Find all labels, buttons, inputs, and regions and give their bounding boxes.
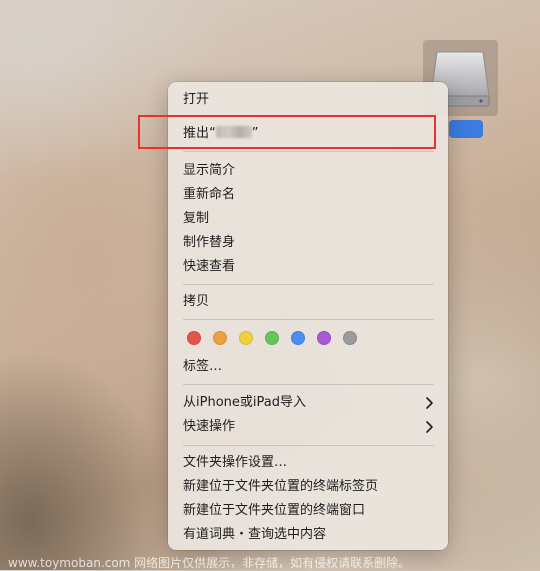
tag-dot-red[interactable]	[187, 331, 201, 345]
chevron-right-icon	[425, 416, 434, 446]
menu-item-get-info[interactable]: 显示简介	[183, 160, 434, 182]
context-menu: 打开 推出“” 显示简介 重新命名 复制 制作替身 快速查看 拷贝 标签… 从i…	[168, 82, 448, 550]
menu-item-open-label: 打开	[183, 92, 210, 107]
menu-item-duplicate-label: 复制	[183, 211, 210, 226]
tag-dot-gray[interactable]	[343, 331, 357, 345]
menu-separator	[183, 319, 434, 320]
tag-dot-yellow[interactable]	[239, 331, 253, 345]
menu-item-import-from-iphone[interactable]: 从iPhone或iPad导入	[183, 392, 434, 414]
menu-separator	[183, 384, 434, 385]
menu-item-quick-actions-label: 快速操作	[183, 419, 236, 434]
menu-item-quick-actions[interactable]: 快速操作	[183, 416, 434, 438]
menu-item-duplicate[interactable]: 复制	[183, 208, 434, 230]
menu-item-open[interactable]: 打开	[183, 89, 434, 111]
menu-item-copy-label: 拷贝	[183, 294, 210, 309]
tag-dot-blue[interactable]	[291, 331, 305, 345]
menu-item-make-alias-label: 制作替身	[183, 235, 236, 250]
menu-item-import-label: 从iPhone或iPad导入	[183, 395, 306, 410]
menu-separator	[183, 284, 434, 285]
watermark-text: www.toymoban.com 网络图片仅供展示，非存储，如有侵权请联系删除。	[8, 556, 411, 570]
menu-item-new-terminal-tab[interactable]: 新建位于文件夹位置的终端标签页	[183, 476, 434, 498]
disk-name-label[interactable]	[449, 120, 483, 138]
menu-item-youdao-lookup[interactable]: 有道词典・查询选中内容	[183, 524, 434, 546]
menu-item-tags-label: 标签…	[183, 359, 223, 374]
menu-item-rename[interactable]: 重新命名	[183, 184, 434, 206]
menu-item-new-terminal-window-label: 新建位于文件夹位置的终端窗口	[183, 503, 366, 518]
menu-separator	[183, 445, 434, 446]
menu-item-youdao-lookup-label: 有道词典・查询选中内容	[183, 527, 327, 542]
menu-item-folder-action-settings-label: 文件夹操作设置…	[183, 455, 288, 470]
menu-item-get-info-label: 显示简介	[183, 163, 236, 178]
menu-item-new-terminal-window[interactable]: 新建位于文件夹位置的终端窗口	[183, 500, 434, 522]
menu-item-rename-label: 重新命名	[183, 187, 236, 202]
tag-dot-green[interactable]	[265, 331, 279, 345]
menu-item-tags[interactable]: 标签…	[183, 356, 434, 378]
menu-item-quick-look[interactable]: 快速查看	[183, 256, 434, 278]
tag-dot-purple[interactable]	[317, 331, 331, 345]
tag-dot-orange[interactable]	[213, 331, 227, 345]
menu-item-quick-look-label: 快速查看	[183, 259, 236, 274]
eject-highlight-box	[138, 115, 436, 149]
menu-item-make-alias[interactable]: 制作替身	[183, 232, 434, 254]
menu-item-copy[interactable]: 拷贝	[183, 291, 434, 313]
menu-item-folder-action-settings[interactable]: 文件夹操作设置…	[183, 452, 434, 474]
menu-item-new-terminal-tab-label: 新建位于文件夹位置的终端标签页	[183, 479, 379, 494]
menu-separator	[183, 151, 434, 152]
